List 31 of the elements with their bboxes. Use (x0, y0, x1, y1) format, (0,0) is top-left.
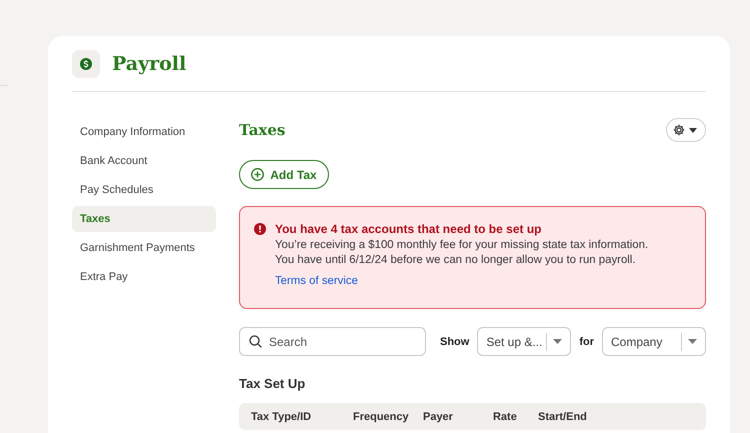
sidebar-item[interactable]: Garnishment Payments (72, 235, 216, 261)
sidebar-item[interactable]: Company Information (72, 119, 216, 145)
page-title: Payroll (112, 53, 186, 75)
caret-icon (553, 339, 562, 344)
column-header: Start/End (538, 410, 588, 422)
column-header: Rate (492, 410, 518, 422)
sidebar-item[interactable]: Extra Pay (72, 264, 216, 290)
dollar-icon (72, 50, 100, 78)
column-header: Frequency (352, 410, 410, 422)
terms-link[interactable]: Terms of service (274, 275, 358, 287)
sidebar-item[interactable]: Bank Account (72, 148, 216, 174)
table-title: Tax Set Up (238, 376, 306, 391)
caret-icon (688, 339, 697, 344)
for-label: for (579, 336, 594, 348)
alert-text: You have until 6/12/24 before we can no longer allow you to run payroll. (274, 254, 637, 266)
section-title: Taxes (238, 121, 286, 139)
column-header: Payer (422, 410, 454, 422)
alert-text: You’re receiving a $100 monthly fee for your missing state tax information. (274, 239, 650, 251)
column-header: Tax Type/ID (250, 410, 312, 422)
settings-button[interactable] (666, 118, 706, 142)
show-dropdown[interactable]: Set up &... (477, 327, 572, 356)
gear-icon (673, 124, 699, 136)
sidebar-item[interactable]: Pay Schedules (72, 177, 216, 203)
add-tax-button[interactable]: Add Tax (238, 160, 329, 189)
search-field[interactable]: Search (238, 327, 426, 356)
sidebar-item[interactable]: Taxes (72, 206, 216, 232)
alert-title: You have 4 tax accounts that need to be set up (274, 222, 542, 236)
error-icon (254, 223, 266, 235)
plus-icon (251, 168, 264, 181)
for-dropdown[interactable]: Company (602, 327, 706, 356)
show-label: Show (440, 336, 470, 348)
